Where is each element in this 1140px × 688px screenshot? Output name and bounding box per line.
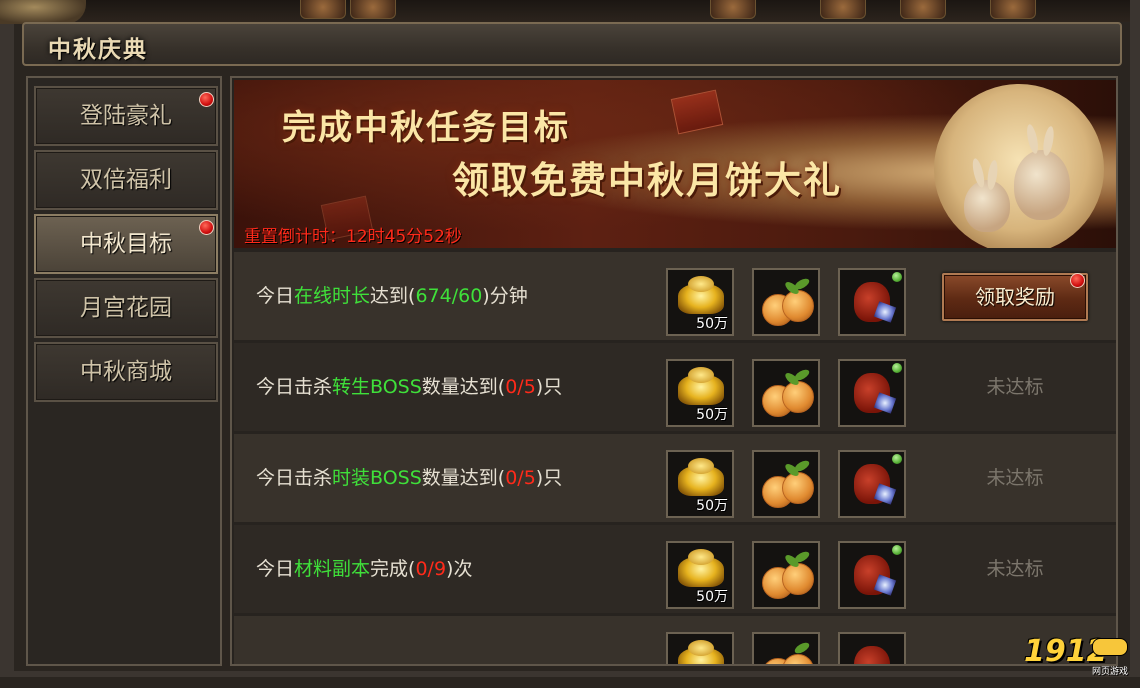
reward-slot[interactable] [752,541,820,609]
sidebar-item-festival-shop[interactable]: 中秋商城 [34,342,218,402]
not-reached-status: 未达标 [986,558,1044,580]
hero-portrait [900,0,946,19]
rabbit-illustration [1014,123,1070,220]
banner-headline: 完成中秋任务目标 [282,108,570,148]
hero-portrait [990,0,1036,19]
reward-slot[interactable] [752,268,820,336]
sidebar-item-festival-goals[interactable]: 中秋目标 [34,214,218,274]
task-row: 今日在线时长达到(674/60)分钟 50万 领取奖励 [234,252,1116,340]
gift-box-decoration [670,89,724,135]
sidebar-item-label: 登陆豪礼 [80,103,172,129]
claim-reward-button[interactable]: 领取奖励 [942,273,1088,321]
hero-portrait [820,0,866,19]
reward-quantity: 50万 [696,498,728,514]
reward-quantity: 50万 [696,589,728,605]
status-dot [892,454,902,464]
notification-dot [199,220,214,235]
task-row: 今日击杀转生BOSS数量达到(0/5)只 50万 未达标 [234,343,1116,431]
sidebar-item-label: 中秋目标 [80,231,172,257]
reward-slot[interactable] [838,359,906,427]
status-dot [892,363,902,373]
task-description: 今日击杀转生BOSS数量达到(0/5)只 [256,376,563,398]
sidebar-item-moon-garden[interactable]: 月宫花园 [34,278,218,338]
sidebar-item-label: 月宫花园 [80,295,172,321]
hero-portrait [710,0,756,19]
reward-slot[interactable]: 50万 [666,359,734,427]
window-title: 中秋庆典 [48,36,148,63]
not-reached-status: 未达标 [986,376,1044,398]
sidebar-item-label: 中秋商城 [80,359,172,385]
treasure-bag-icon [854,646,890,664]
task-row: 今日材料副本完成(0/9)次 50万 未达标 [234,525,1116,613]
site-watermark-logo: 1912 网页游戏 [1024,634,1128,677]
reward-slot[interactable] [838,450,906,518]
corner-ornament [0,0,86,24]
task-description: 今日在线时长达到(674/60)分钟 [256,285,528,307]
status-dot [892,272,902,282]
reward-slot[interactable] [752,359,820,427]
reward-slot[interactable] [838,632,906,664]
reset-countdown: 重置倒计时：12时45分52秒 [244,227,462,247]
task-row [234,616,1116,664]
sidebar-item-double-bonus[interactable]: 双倍福利 [34,150,218,210]
not-reached-status: 未达标 [986,467,1044,489]
reward-slot[interactable] [838,268,906,336]
promo-banner: 完成中秋任务目标 领取免费中秋月饼大礼 重置倒计时：12时45分52秒 [234,80,1116,248]
status-dot [892,545,902,555]
sidebar: 登陆豪礼 双倍福利 中秋目标 月宫花园 中秋商城 [26,76,222,666]
reward-slot[interactable] [838,541,906,609]
reward-slot[interactable] [752,450,820,518]
sidebar-item-login-gift[interactable]: 登陆豪礼 [34,86,218,146]
reward-slot[interactable]: 50万 [666,268,734,336]
task-row: 今日击杀时装BOSS数量达到(0/5)只 50万 未达标 [234,434,1116,522]
hero-portrait [350,0,396,19]
reward-slot[interactable]: 50万 [666,450,734,518]
reward-slot[interactable] [752,632,820,664]
window-titlebar[interactable]: 中秋庆典 [22,22,1122,66]
hero-portrait [300,0,346,19]
reward-slot[interactable]: 50万 [666,541,734,609]
task-description: 今日击杀时装BOSS数量达到(0/5)只 [256,467,563,489]
main-panel: 完成中秋任务目标 领取免费中秋月饼大礼 重置倒计时：12时45分52秒 今日在线… [230,76,1118,666]
task-description: 今日材料副本完成(0/9)次 [256,558,473,580]
reward-quantity: 50万 [696,316,728,332]
notification-dot [1070,273,1085,288]
reward-slot[interactable] [666,632,734,664]
top-portrait-strip [0,0,1140,22]
rabbit-illustration [964,157,1010,232]
sidebar-item-label: 双倍福利 [80,167,172,193]
reward-quantity: 50万 [696,407,728,423]
notification-dot [199,92,214,107]
banner-subheadline: 领取免费中秋月饼大礼 [452,158,842,202]
